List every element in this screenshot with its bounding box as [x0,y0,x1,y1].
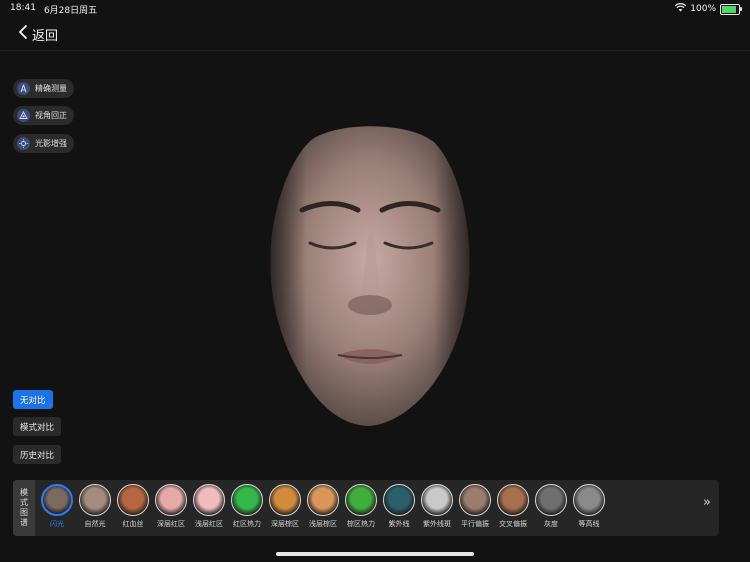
mode-label: 红区热力 [233,520,261,528]
mode-label: 灰度 [544,520,558,528]
battery-percent: 100% [690,4,716,14]
mode-item[interactable]: 闪光 [38,484,76,529]
mode-item[interactable]: 自然光 [76,484,114,529]
home-indicator [276,552,474,556]
mode-item[interactable]: 深层红区 [152,484,190,529]
mode-thumbnail [79,484,111,516]
face-3d-view[interactable] [240,115,500,435]
chevron-left-icon [18,24,28,44]
mode-item[interactable]: 浅层棕区 [304,484,342,529]
mode-thumbnail [231,484,263,516]
mode-thumbnail [497,484,529,516]
mode-thumbnail [421,484,453,516]
view-reset-button[interactable]: 视角回正 [13,106,74,125]
mode-atlas-tab[interactable]: 模式图谱 [13,480,35,536]
mode-item[interactable]: 红区热力 [228,484,266,529]
mode-label: 交叉偏振 [499,520,527,528]
mode-thumbnail [459,484,491,516]
mode-item[interactable]: 等高线 [570,484,608,529]
wifi-icon [675,3,687,15]
battery-icon [720,3,742,15]
view-reset-icon [17,109,30,122]
mode-label: 闪光 [50,520,64,528]
mode-label: 等高线 [578,520,600,528]
no-compare-button[interactable]: 无对比 [13,390,53,409]
measure-label: 精确测量 [35,84,67,93]
mode-label: 深层红区 [157,520,185,528]
mode-thumbnail [535,484,567,516]
more-modes-button[interactable]: » [703,495,711,510]
back-button[interactable]: 返回 [18,24,58,44]
mode-thumbnail [383,484,415,516]
mode-thumbnail [345,484,377,516]
mode-label: 棕区热力 [347,520,375,528]
status-right: 100% [675,3,742,15]
mode-item[interactable]: 灰度 [532,484,570,529]
mode-label: 红血丝 [122,520,144,528]
mode-thumbnail [117,484,149,516]
mode-label: 紫外线斑 [423,520,451,528]
mode-label: 平行偏振 [461,520,489,528]
light-enhance-button[interactable]: 光影增强 [13,134,74,153]
back-label: 返回 [32,28,59,44]
mode-label: 自然光 [84,520,106,528]
status-date: 6月28日周五 [43,6,98,16]
mode-thumbnail [41,484,73,516]
mode-compare-button[interactable]: 模式对比 [13,417,62,436]
light-enhance-icon [17,137,30,150]
mode-thumbnail [193,484,225,516]
mode-panel: 模式图谱 闪光 自然光 红血丝 深层红区 浅层红区 红区热力 深层棕区 浅层棕区 棕区热力 紫外线… [13,480,719,536]
mode-item[interactable]: 交叉偏振 [494,484,532,529]
history-compare-button[interactable]: 历史对比 [13,445,62,464]
light-enhance-label: 光影增强 [35,139,67,148]
mode-item[interactable]: 红血丝 [114,484,152,529]
mode-label: 浅层红区 [195,520,223,528]
mode-item[interactable]: 紫外线 [380,484,418,529]
mode-item[interactable]: 棕区热力 [342,484,380,529]
mode-thumbnail [573,484,605,516]
status-bar: 18:41 6月28日周五 100% [0,0,750,18]
nav-bar: 返回 [0,22,750,51]
mode-item[interactable]: 深层棕区 [266,484,304,529]
mode-thumbnail [307,484,339,516]
measure-button[interactable]: 精确测量 [13,79,74,98]
mode-item[interactable]: 平行偏振 [456,484,494,529]
mode-item[interactable]: 浅层红区 [190,484,228,529]
mode-label: 紫外线 [388,520,410,528]
mode-thumbnail [269,484,301,516]
view-reset-label: 视角回正 [35,111,67,120]
status-left: 18:41 6月28日周五 [10,3,97,16]
mode-label: 浅层棕区 [309,520,337,528]
measure-icon [17,82,30,95]
mode-item[interactable]: 紫外线斑 [418,484,456,529]
mode-label: 深层棕区 [271,520,299,528]
mode-thumbnail [155,484,187,516]
status-time: 18:41 [10,3,36,13]
